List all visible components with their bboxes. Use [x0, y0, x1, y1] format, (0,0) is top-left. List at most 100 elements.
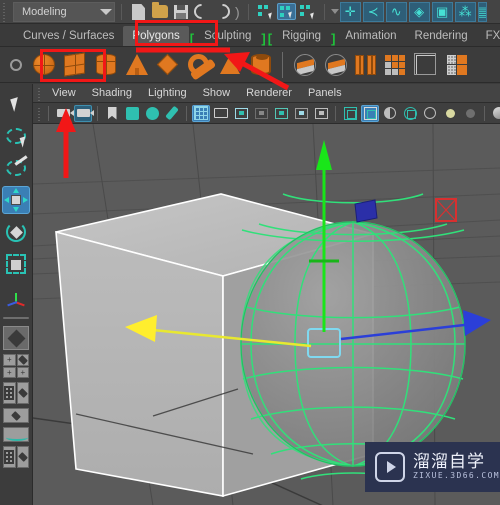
divider [323, 3, 325, 20]
divider [282, 51, 283, 78]
viewport-menu-bar: View Shading Lighting Show Renderer Pane… [33, 84, 500, 103]
shelf-icon-row [0, 47, 500, 83]
snap-to-view-plane-icon[interactable]: ▣ [431, 1, 453, 22]
shelf-tab-bar: Curves / Surfaces Polygons [ Sculpting ]… [0, 24, 500, 47]
gate-mask-icon[interactable] [252, 105, 270, 122]
xray-icon[interactable] [421, 105, 439, 122]
polygon-pipe-tool[interactable] [246, 50, 275, 80]
wireframe-shading-icon[interactable] [341, 105, 359, 122]
shelf-tab-animation[interactable]: Animation [336, 26, 405, 46]
shelf-tab-rigging[interactable]: Rigging [273, 26, 330, 46]
select-tool[interactable] [2, 90, 30, 118]
undo-icon[interactable] [190, 0, 213, 23]
paint-select-tool[interactable] [2, 154, 30, 182]
grease-pencil-icon[interactable] [163, 105, 181, 122]
polygon-cone-tool[interactable] [122, 50, 151, 80]
two-d-pan-zoom-icon[interactable] [143, 105, 161, 122]
move-tool[interactable] [2, 186, 30, 214]
select-camera-icon[interactable] [54, 105, 74, 122]
divider [48, 105, 49, 121]
layout-outliner-graph-persp[interactable] [3, 446, 29, 468]
viewport-panel: View Shading Lighting Show Renderer Pane… [33, 84, 500, 505]
layout-outliner-persp[interactable] [3, 382, 29, 404]
menu-set-selector[interactable]: Modeling [13, 1, 115, 22]
snap-to-curve-icon[interactable]: ≺ [362, 1, 384, 22]
play-logo-icon [375, 452, 405, 482]
polygon-cylinder-tool[interactable] [91, 50, 120, 80]
viewport-menu-lighting[interactable]: Lighting [140, 87, 195, 99]
divider [121, 3, 122, 20]
boolean-tool[interactable] [411, 50, 440, 80]
save-scene-icon[interactable] [171, 2, 190, 21]
menu-set-label: Modeling [22, 5, 67, 18]
viewport-menu-renderer[interactable]: Renderer [238, 87, 300, 99]
lasso-select-tool[interactable] [2, 122, 30, 150]
film-origin-icon[interactable] [272, 105, 290, 122]
divider [186, 105, 187, 121]
rotate-tool[interactable] [2, 218, 30, 246]
shadows-icon[interactable] [461, 105, 479, 122]
select-by-component-type-icon[interactable] [298, 3, 317, 20]
snap-to-projected-center-icon[interactable]: ◈ [408, 1, 430, 22]
polygon-prism-tool[interactable] [215, 50, 244, 80]
divider [3, 317, 29, 319]
make-live-icon[interactable]: ⁂ [454, 1, 476, 22]
last-tool-used[interactable] [2, 282, 30, 310]
viewport-menu-panels[interactable]: Panels [300, 87, 350, 99]
divider [247, 3, 249, 20]
textured-icon[interactable] [401, 105, 419, 122]
area-light-icon[interactable] [292, 105, 310, 122]
polygon-sphere-tool[interactable] [29, 50, 58, 80]
gear-icon[interactable] [10, 58, 22, 71]
select-by-object-type-icon[interactable] [276, 3, 296, 20]
shelf-tab-rendering[interactable]: Rendering [406, 26, 477, 46]
statusbar-grip[interactable] [1, 0, 9, 23]
film-gate-icon[interactable] [212, 105, 230, 122]
viewport-menu-show[interactable]: Show [195, 87, 239, 99]
viewport-toolbar-grip[interactable] [36, 105, 44, 121]
shelf-tab-fx[interactable]: FX [477, 26, 500, 46]
chevron-down-small-icon[interactable] [330, 9, 339, 14]
lock-camera-icon[interactable] [74, 104, 94, 122]
smooth-shade-all-icon[interactable] [361, 104, 379, 122]
layout-persp-graph[interactable] [3, 427, 29, 442]
layout-four-view[interactable]: + + + [3, 354, 29, 378]
new-scene-icon[interactable] [129, 2, 148, 21]
polygon-cube-tool[interactable] [60, 50, 89, 80]
image-plane-icon[interactable] [123, 105, 141, 122]
use-default-lighting-icon[interactable] [441, 105, 459, 122]
scale-tool[interactable] [2, 250, 30, 278]
redo-icon[interactable] [211, 0, 234, 23]
shade-options-icon[interactable] [381, 105, 399, 122]
select-by-hierarchy-icon[interactable] [256, 3, 275, 20]
render-icon[interactable]: ▤ [477, 1, 487, 22]
smooth-tool[interactable] [380, 50, 409, 80]
watermark: 溜溜自学 ZIXUE.3D66.COM [365, 442, 500, 492]
polygon-plane-tool[interactable] [153, 50, 182, 80]
polygon-torus-tool[interactable] [184, 50, 213, 80]
shelf-tab-curves-surfaces[interactable]: Curves / Surfaces [14, 26, 123, 46]
watermark-subtitle: ZIXUE.3D66.COM [412, 471, 500, 481]
screen-space-ao-icon[interactable] [490, 105, 500, 122]
snap-tool-group: ✛ ≺ ∿ ◈ ▣ ⁂ ▤ [339, 1, 488, 22]
layout-single-perspective[interactable] [3, 326, 29, 350]
bookmark-icon[interactable] [103, 105, 121, 122]
snap-to-point-icon[interactable]: ∿ [385, 1, 407, 22]
combine-tool[interactable] [290, 50, 319, 80]
shelf-tab-polygons[interactable]: Polygons [123, 26, 189, 46]
open-scene-icon[interactable] [150, 2, 169, 21]
resolution-gate-icon[interactable] [232, 105, 250, 122]
viewport-menu-shading[interactable]: Shading [84, 87, 140, 99]
exposure-icon[interactable] [312, 105, 330, 122]
statusbar-bracket: ) [235, 3, 240, 20]
grid-display-icon[interactable] [192, 104, 210, 122]
separate-tool[interactable] [321, 50, 350, 80]
quad-draw-tool[interactable] [442, 50, 471, 80]
layout-hypershade-persp[interactable] [3, 408, 29, 423]
snap-to-grid-icon[interactable]: ✛ [339, 1, 361, 22]
blue-handle [354, 199, 378, 223]
viewport-menu-view[interactable]: View [44, 87, 84, 99]
mirror-geometry-tool[interactable] [352, 50, 378, 80]
viewport-menu-grip[interactable] [36, 85, 44, 101]
shelf-tab-sculpting[interactable]: Sculpting [195, 26, 260, 46]
